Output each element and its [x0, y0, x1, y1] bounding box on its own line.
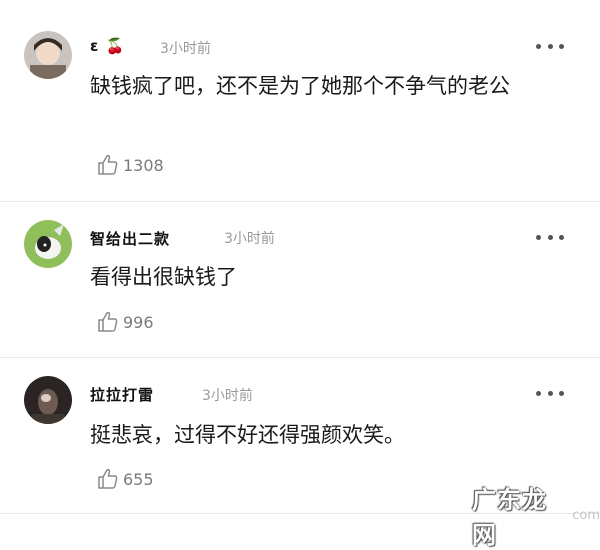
- like-count: 1308: [123, 155, 164, 175]
- thumbs-up-icon: [98, 311, 118, 332]
- divider: [0, 201, 600, 202]
- more-options-icon[interactable]: [536, 387, 564, 399]
- more-options-icon[interactable]: [536, 231, 564, 243]
- timestamp: 3小时前: [224, 231, 275, 247]
- username[interactable]: 智给出二款: [90, 228, 170, 249]
- avatar[interactable]: [24, 31, 72, 79]
- divider: [0, 357, 600, 358]
- thumbs-up-icon: [98, 468, 118, 489]
- like-count: 996: [123, 312, 154, 332]
- avatar[interactable]: [24, 220, 72, 268]
- user-avatar-icon: [24, 220, 72, 268]
- site-watermark: 广东龙网 com: [472, 480, 600, 550]
- timestamp: 3小时前: [160, 41, 211, 57]
- watermark-suffix: com: [572, 507, 600, 523]
- comment-text: 看得出很缺钱了: [90, 265, 237, 289]
- more-options-icon[interactable]: [536, 40, 564, 52]
- comment-text: 缺钱疯了吧，还不是为了她那个不争气的老公: [90, 74, 510, 98]
- thumbs-up-icon: [98, 154, 118, 175]
- like-count: 655: [123, 469, 154, 489]
- user-avatar-icon: [24, 31, 72, 79]
- like-button[interactable]: 655: [96, 467, 154, 491]
- timestamp: 3小时前: [202, 388, 253, 404]
- username[interactable]: 拉拉打雷: [90, 384, 154, 405]
- watermark-text: 广东龙网: [472, 486, 547, 549]
- avatar[interactable]: [24, 376, 72, 424]
- comment-text: 挺悲哀，过得不好还得强颜欢笑。: [90, 423, 405, 447]
- user-avatar-icon: [24, 376, 72, 424]
- username[interactable]: ε 🍒: [90, 37, 125, 55]
- like-button[interactable]: 1308: [96, 153, 164, 177]
- like-button[interactable]: 996: [96, 310, 154, 334]
